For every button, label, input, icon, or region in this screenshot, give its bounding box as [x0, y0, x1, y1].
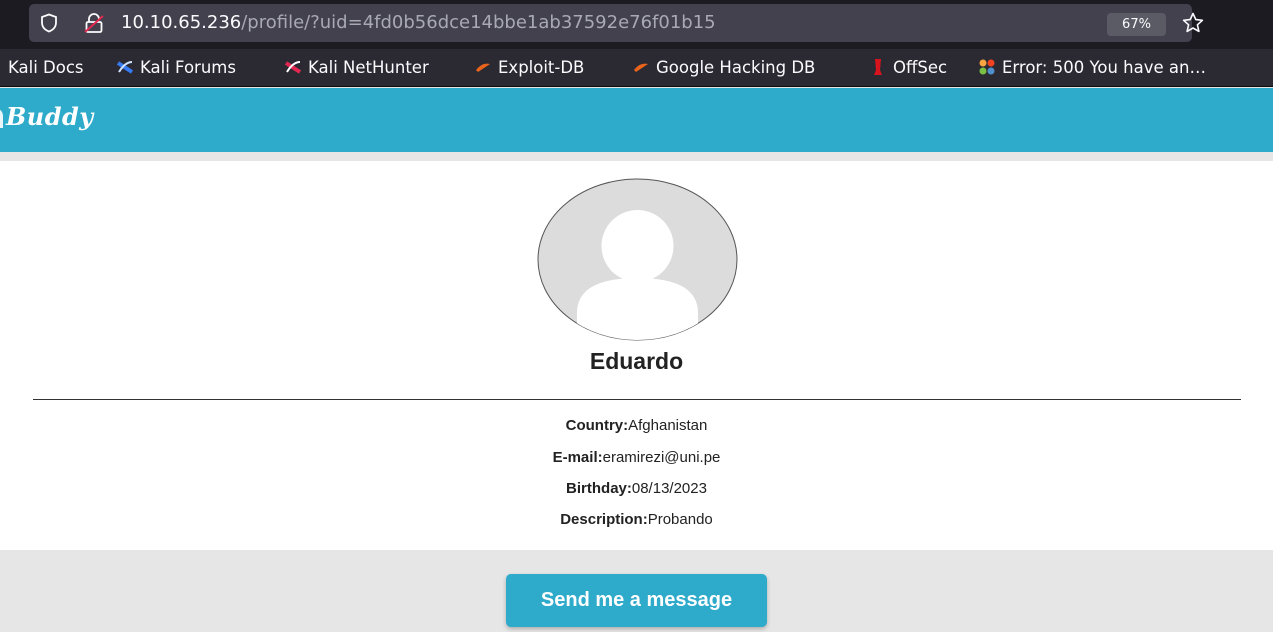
profile-name: Eduardo [589, 348, 684, 374]
bookmark-label: Error: 500 You have an… [1002, 58, 1206, 77]
brand-logo-fragment [0, 108, 3, 128]
bookmark-label: Exploit-DB [498, 58, 585, 77]
bookmarks-toolbar: Kali Docs Kali Forums Kali NetHunter Exp… [0, 49, 1273, 87]
google-hacking-db-icon [634, 63, 648, 72]
profile-birthday: Birthday:08/13/2023 [0, 479, 1273, 499]
field-label: Description: [560, 511, 648, 528]
bookmark-kali-forums[interactable]: Kali Forums [116, 49, 236, 86]
bookmark-label: OffSec [893, 58, 948, 77]
star-icon[interactable] [1181, 11, 1205, 35]
field-value: Probando [647, 511, 713, 528]
bookmark-google-hacking-db[interactable]: Google Hacking DB [632, 49, 816, 86]
profile-country: Country:Afghanistan [0, 416, 1273, 436]
url-text[interactable]: 10.10.65.236/profile/?uid=4fd0b56dce14bb… [121, 12, 716, 34]
url-host: 10.10.65.236 [121, 12, 242, 33]
field-value: Afghanistan [628, 417, 708, 434]
bookmark-label: Kali Forums [140, 58, 236, 77]
field-value: 08/13/2023 [631, 480, 707, 497]
site-header: Buddy [0, 88, 1273, 152]
lock-insecure-icon[interactable] [83, 12, 105, 34]
field-label: E-mail: [552, 449, 603, 466]
send-message-button[interactable]: Send me a message [506, 574, 767, 627]
field-label: Birthday: [566, 480, 632, 497]
bookmark-kali-docs[interactable]: Kali Docs [0, 49, 84, 86]
browser-toolbar: 10.10.65.236/profile/?uid=4fd0b56dce14bb… [0, 0, 1273, 49]
zoom-level-badge[interactable]: 67% [1107, 13, 1166, 36]
kali-forums-icon [116, 61, 134, 74]
offsec-icon [874, 59, 882, 75]
url-path: /profile/?uid=4fd0b56dce14bbe1ab37592e76… [241, 12, 716, 33]
bookmark-label: Google Hacking DB [656, 58, 816, 77]
bookmark-error-500[interactable]: Error: 500 You have an… [978, 49, 1206, 86]
kali-nethunter-icon [284, 61, 302, 74]
bookmark-kali-nethunter[interactable]: Kali NetHunter [284, 49, 429, 86]
profile-description: Description:Probando [0, 510, 1273, 530]
action-area: Send me a message [0, 550, 1273, 632]
address-bar[interactable]: 10.10.65.236/profile/?uid=4fd0b56dce14bb… [29, 4, 1204, 42]
bookmark-label: Kali Docs [8, 58, 84, 77]
brand-logo[interactable]: Buddy [6, 102, 94, 131]
profile-email: E-mail:eramirezi@uni.pe [0, 448, 1273, 468]
bookmark-offsec[interactable]: OffSec [869, 49, 948, 86]
divider [33, 399, 1241, 400]
kali-docs-icon [0, 58, 4, 76]
field-value: eramirezi@uni.pe [602, 449, 721, 466]
joomla-icon [979, 59, 995, 75]
profile-card: Eduardo Country:Afghanistan E-mail:erami… [0, 161, 1273, 550]
shield-icon[interactable] [39, 13, 59, 33]
default-avatar-icon [537, 178, 738, 341]
exploit-db-icon [476, 63, 490, 72]
bookmark-exploit-db[interactable]: Exploit-DB [474, 49, 585, 86]
field-label: Country: [565, 417, 629, 434]
bookmark-label: Kali NetHunter [308, 58, 429, 77]
